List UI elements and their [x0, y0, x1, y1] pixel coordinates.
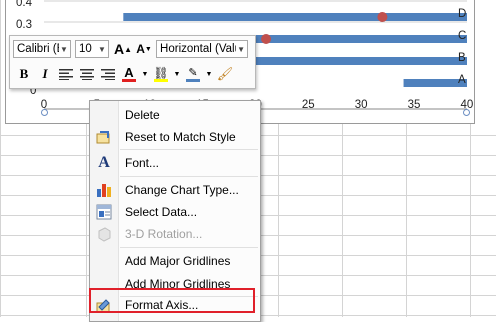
- rotation-icon: [96, 226, 112, 242]
- chevron-down-icon[interactable]: ▼: [97, 41, 107, 57]
- y-tick-label: 0.3: [16, 19, 32, 31]
- format-painter-button[interactable]: 🖌: [216, 64, 234, 84]
- menu-item-label: 3-D Rotation...: [125, 227, 203, 241]
- menu-item-label: Select Data...: [125, 205, 198, 219]
- menu-item-font[interactable]: A Font...: [90, 152, 260, 174]
- fill-color-button[interactable]: ⛓: [152, 64, 170, 84]
- mini-toolbar: Calibri (B ▼ 10 ▼ A ▲ A ▼ Horizontal (Valu…: [9, 35, 256, 89]
- menu-item-label: Delete: [125, 108, 160, 122]
- menu-item-add-major-gridlines[interactable]: Add Major Gridlines: [90, 250, 260, 272]
- font-color-icon: A: [124, 64, 134, 80]
- menu-item-label: Font...: [125, 156, 160, 170]
- category-label-b: B: [458, 52, 466, 64]
- shrink-font-button[interactable]: A ▼: [135, 39, 153, 59]
- font-color-button[interactable]: A: [120, 64, 138, 84]
- category-label-d: D: [458, 8, 467, 20]
- series-marker[interactable]: [377, 12, 388, 22]
- align-right-button[interactable]: [99, 64, 117, 84]
- category-label-c: C: [458, 30, 467, 42]
- align-left-button[interactable]: [57, 64, 75, 84]
- menu-item-delete[interactable]: Delete: [90, 104, 260, 126]
- font-color-dropdown[interactable]: ▼: [141, 64, 149, 84]
- font-icon: A: [98, 154, 110, 171]
- x-tick-label: 35: [407, 99, 421, 111]
- align-right-icon: [101, 69, 115, 80]
- category-label-a: A: [458, 74, 466, 86]
- bold-icon: B: [19, 66, 29, 81]
- menu-item-label: Reset to Match Style: [125, 130, 236, 144]
- menu-item-select-data[interactable]: Select Data...: [90, 201, 260, 223]
- outline-color-button[interactable]: ✎: [184, 64, 202, 84]
- outline-color-dropdown[interactable]: ▼: [205, 64, 213, 84]
- alignment-combo[interactable]: Horizontal (Valu ▼: [156, 40, 249, 58]
- align-left-icon: [59, 69, 73, 80]
- menu-item-change-chart-type[interactable]: Change Chart Type...: [90, 179, 260, 201]
- series-marker[interactable]: [261, 34, 272, 44]
- font-size-value: 10: [79, 43, 92, 55]
- paint-bucket-icon: ⛓: [153, 65, 169, 80]
- x-tick-label: 30: [354, 99, 368, 111]
- grow-font-button[interactable]: A ▲: [114, 39, 132, 59]
- axis-selection-handle[interactable]: [41, 109, 48, 116]
- menu-item-3d-rotation: 3-D Rotation...: [90, 223, 260, 245]
- reset-style-icon: [96, 129, 112, 145]
- align-center-icon: [80, 69, 94, 80]
- fill-color-dropdown[interactable]: ▼: [173, 64, 181, 84]
- pencil-icon: ✎: [188, 66, 198, 79]
- font-name-value: Calibri (B: [17, 43, 65, 55]
- bold-button[interactable]: B: [15, 64, 33, 84]
- font-size-combo[interactable]: 10 ▼: [75, 40, 109, 58]
- menu-separator: [120, 149, 258, 150]
- bar-d[interactable]: [123, 13, 467, 21]
- menu-separator: [120, 247, 258, 248]
- format-axis-highlight-box: [89, 288, 255, 313]
- italic-icon: I: [42, 66, 48, 81]
- align-center-button[interactable]: [78, 64, 96, 84]
- y-tick-label: 0.4: [16, 0, 32, 9]
- menu-separator: [120, 176, 258, 177]
- chevron-down-icon[interactable]: ▼: [59, 41, 69, 57]
- menu-item-label: Change Chart Type...: [125, 183, 239, 197]
- select-data-icon: [96, 204, 112, 220]
- chevron-down-icon[interactable]: ▼: [236, 41, 247, 57]
- grow-font-icon: A: [114, 41, 125, 57]
- menu-item-label: Add Major Gridlines: [125, 254, 231, 268]
- menu-item-reset-to-match-style[interactable]: Reset to Match Style: [90, 126, 260, 148]
- axis-selection-handle[interactable]: [463, 109, 470, 116]
- alignment-value: Horizontal (Valu: [160, 43, 242, 55]
- italic-button[interactable]: I: [36, 64, 54, 84]
- shrink-font-icon: A: [136, 42, 145, 56]
- x-tick-label: 25: [301, 99, 315, 111]
- format-painter-icon: 🖌: [216, 66, 234, 81]
- chart-type-icon: [96, 182, 112, 198]
- font-name-combo[interactable]: Calibri (B ▼: [13, 40, 71, 58]
